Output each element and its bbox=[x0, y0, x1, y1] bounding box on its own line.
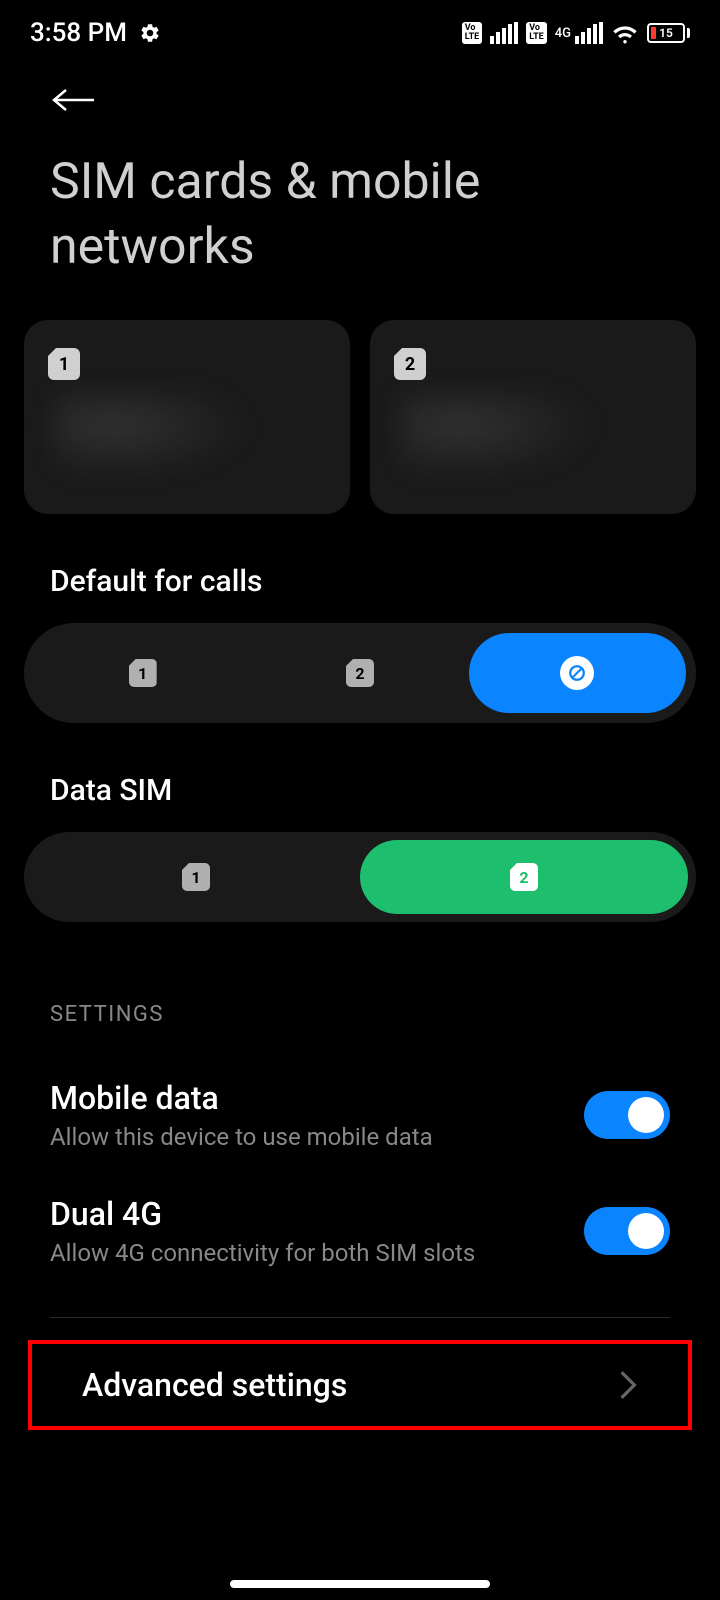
volte-badge-1: VoLTE bbox=[462, 22, 483, 44]
default-calls-sim2[interactable]: 2 bbox=[251, 633, 468, 713]
data-sim-selector: 1 2 bbox=[24, 832, 696, 922]
data-sim-2[interactable]: 2 bbox=[360, 840, 688, 914]
status-left: 3:58 PM bbox=[30, 18, 161, 48]
chevron-right-icon bbox=[618, 1369, 638, 1401]
default-calls-selector: 1 2 bbox=[24, 623, 696, 723]
battery-level: 15 bbox=[659, 26, 673, 40]
settings-header: SETTINGS bbox=[0, 922, 720, 1057]
back-button[interactable] bbox=[0, 60, 720, 140]
network-type: 4G bbox=[555, 26, 571, 41]
sim-cards-row: 1 2 bbox=[0, 320, 720, 514]
dual-4g-title: Dual 4G bbox=[50, 1195, 584, 1233]
dual-4g-subtitle: Allow 4G connectivity for both SIM slots bbox=[50, 1239, 584, 1267]
sim-2-icon: 2 bbox=[394, 348, 426, 380]
status-time: 3:58 PM bbox=[30, 18, 127, 48]
wifi-icon bbox=[611, 22, 639, 44]
signal-bars-1 bbox=[490, 22, 518, 44]
data-sim-1[interactable]: 1 bbox=[32, 840, 360, 914]
battery-icon: 15 bbox=[647, 23, 690, 43]
mobile-data-row[interactable]: Mobile data Allow this device to use mob… bbox=[0, 1057, 720, 1173]
status-bar: 3:58 PM VoLTE VoLTE 4G 15 bbox=[0, 0, 720, 60]
gear-icon bbox=[139, 22, 161, 44]
mobile-data-toggle[interactable] bbox=[584, 1091, 670, 1139]
sim-1-icon: 1 bbox=[48, 348, 80, 380]
data-sim-label: Data SIM bbox=[0, 723, 720, 832]
status-right: VoLTE VoLTE 4G 15 bbox=[462, 22, 690, 44]
sim-card-1[interactable]: 1 bbox=[24, 320, 350, 514]
data-sim-1-icon: 1 bbox=[182, 863, 210, 891]
arrow-left-icon bbox=[50, 84, 98, 116]
sim-2-small-icon: 2 bbox=[346, 659, 374, 687]
data-sim-2-icon: 2 bbox=[510, 863, 538, 891]
sim-1-small-icon: 1 bbox=[129, 659, 157, 687]
sim-card-2[interactable]: 2 bbox=[370, 320, 696, 514]
dual-4g-toggle[interactable] bbox=[584, 1207, 670, 1255]
volte-badge-2: VoLTE bbox=[526, 22, 547, 44]
advanced-settings-title: Advanced settings bbox=[82, 1366, 347, 1404]
no-default-icon bbox=[560, 656, 594, 690]
divider bbox=[50, 1317, 670, 1318]
home-indicator[interactable] bbox=[230, 1580, 490, 1588]
page-title: SIM cards & mobile networks bbox=[0, 140, 720, 320]
default-calls-none[interactable] bbox=[469, 633, 686, 713]
advanced-settings-row[interactable]: Advanced settings bbox=[28, 1340, 692, 1430]
default-calls-label: Default for calls bbox=[0, 514, 720, 623]
dual-4g-row[interactable]: Dual 4G Allow 4G connectivity for both S… bbox=[0, 1173, 720, 1289]
mobile-data-subtitle: Allow this device to use mobile data bbox=[50, 1123, 584, 1151]
mobile-data-title: Mobile data bbox=[50, 1079, 584, 1117]
default-calls-sim1[interactable]: 1 bbox=[34, 633, 251, 713]
signal-bars-2 bbox=[575, 22, 603, 44]
